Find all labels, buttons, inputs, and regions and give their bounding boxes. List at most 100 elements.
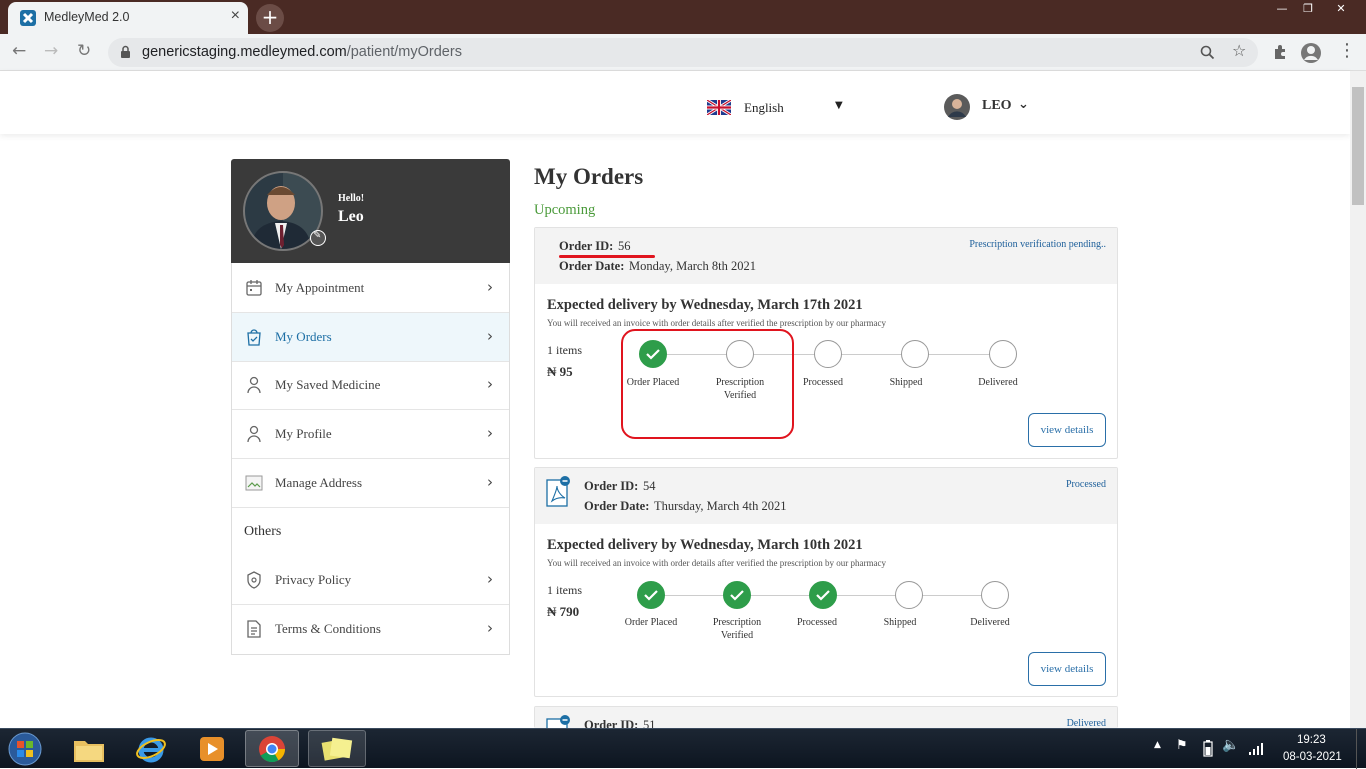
chrome-menu-icon[interactable]: ⋮ (1338, 40, 1356, 61)
sidebar-item-my-appointment[interactable]: My Appointment › (232, 264, 509, 313)
sidebar-item-terms-conditions[interactable]: Terms & Conditions › (232, 605, 509, 654)
sidebar-item-my-saved-medicine[interactable]: My Saved Medicine › (232, 361, 509, 410)
sidebar-item-my-orders[interactable]: My Orders › (232, 313, 509, 362)
step-pending-icon (814, 340, 842, 368)
upcoming-label: Upcoming (534, 202, 596, 218)
chevron-right-icon: › (487, 278, 493, 296)
chevron-right-icon: › (487, 327, 493, 345)
order-id-label: Order ID: (559, 239, 614, 253)
sticky-notes-icon (321, 737, 353, 761)
view-details-button[interactable]: view details (1028, 652, 1106, 686)
show-hidden-icons[interactable]: ▲ (1154, 740, 1161, 750)
clock-date[interactable]: 08-03-2021 (1283, 751, 1342, 763)
volume-icon[interactable]: 🔈 (1222, 737, 1239, 753)
sidebar-item-manage-address[interactable]: Manage Address › (232, 459, 509, 508)
status-badge: Processed (1066, 479, 1106, 490)
order-id-value: 56 (618, 239, 631, 253)
order-date-value: Monday, March 8th 2021 (629, 259, 756, 273)
order-price: ₦ 95 (547, 364, 573, 379)
pencil-icon: ✎ (313, 230, 322, 241)
sidebar-menu: My Appointment › My Orders › My Saved Me… (231, 263, 510, 655)
internet-explorer-icon[interactable] (134, 732, 168, 766)
clock-time[interactable]: 19:23 (1297, 734, 1326, 746)
forward-icon[interactable]: → (44, 41, 58, 61)
chevron-down-icon: ⌄ (1018, 97, 1029, 112)
order-date-label: Order Date: (559, 259, 625, 273)
site-header (0, 71, 1350, 134)
new-tab-button[interactable]: + (256, 4, 284, 32)
reload-icon[interactable]: ↻ (77, 41, 91, 61)
tab-title: MedleyMed 2.0 (44, 10, 130, 24)
step-done-icon (723, 581, 751, 609)
pdf-prescription-icon[interactable] (546, 476, 570, 508)
battery-icon[interactable] (1203, 739, 1213, 757)
step-label: Processed (803, 377, 843, 388)
address-bar[interactable]: genericstaging.medleymed.com/patient/myO… (108, 38, 1258, 67)
chevron-right-icon: › (487, 473, 493, 491)
profile-name: Leo (338, 208, 364, 225)
invoice-note: You will received an invoice with order … (547, 558, 886, 568)
sidebar-item-my-profile[interactable]: My Profile › (232, 410, 509, 459)
status-badge: Delivered (1066, 718, 1106, 728)
uk-flag-icon (707, 100, 731, 115)
order-card: Order ID: 56 Order Date: Monday, March 8… (534, 227, 1118, 459)
zoom-icon[interactable] (1200, 45, 1215, 60)
chevron-right-icon: › (487, 375, 493, 393)
medleymed-favicon (20, 10, 36, 26)
expected-delivery: Expected delivery by Wednesday, March 17… (547, 297, 863, 313)
username: LEO (982, 98, 1012, 113)
scrollbar-thumb[interactable] (1352, 87, 1364, 205)
sidebar-item-label: Privacy Policy (275, 572, 352, 587)
order-id-label: Order ID: (584, 479, 639, 493)
order-card: Order ID: 51 Delivered (534, 706, 1118, 728)
url-text: genericstaging.medleymed.com/patient/myO… (142, 44, 462, 60)
extensions-icon[interactable] (1272, 44, 1288, 60)
item-count: 1 items (547, 583, 582, 597)
sidebar-item-label: My Saved Medicine (275, 377, 381, 392)
network-signal-icon[interactable] (1248, 740, 1264, 756)
profile-card: ✎ Hello! Leo (231, 159, 510, 263)
order-date-label: Order Date: (584, 499, 650, 513)
account-icon[interactable] (1300, 42, 1322, 64)
sidebar-item-privacy-policy[interactable]: Privacy Policy › (232, 556, 509, 605)
order-date-value: Thursday, March 4th 2021 (654, 499, 787, 513)
file-explorer-icon[interactable] (72, 733, 106, 765)
browser-tab[interactable]: MedleyMed 2.0 × (8, 2, 248, 34)
chrome-icon (259, 736, 286, 763)
chevron-right-icon: › (487, 424, 493, 442)
edit-avatar-button[interactable]: ✎ (310, 230, 326, 246)
pdf-prescription-icon[interactable] (546, 715, 570, 728)
windows-taskbar: ▲ ⚑ 🔈 19:23 08-03-2021 (0, 728, 1366, 769)
sticky-notes-taskbar-button[interactable] (308, 730, 366, 767)
step-label: Processed (797, 617, 837, 628)
bookmark-star-icon[interactable]: ☆ (1232, 41, 1246, 60)
minimize-icon[interactable]: — (1270, 0, 1294, 18)
back-icon[interactable]: ← (12, 41, 26, 61)
caret-down-icon: ▼ (835, 100, 843, 111)
item-count: 1 items (547, 343, 582, 357)
close-window-icon[interactable]: ✕ (1326, 0, 1356, 18)
document-icon (247, 620, 261, 638)
order-id-label: Order ID: (584, 718, 639, 728)
close-tab-icon[interactable]: × (231, 7, 240, 25)
broken-image-icon (245, 475, 263, 491)
chevron-right-icon: › (487, 619, 493, 637)
view-details-button[interactable]: view details (1028, 413, 1106, 447)
step-label: Shipped (883, 617, 917, 628)
flag-icon[interactable]: ⚑ (1176, 738, 1188, 753)
step-label: Order Placed (624, 617, 678, 628)
sidebar-item-label: My Appointment (275, 280, 365, 295)
others-heading: Others (244, 524, 282, 539)
windows-start-icon[interactable] (6, 731, 44, 767)
show-desktop-button[interactable] (1356, 729, 1366, 769)
step-pending-icon (989, 340, 1017, 368)
restore-icon[interactable]: ❐ (1296, 0, 1320, 18)
order-id-value: 54 (643, 479, 656, 493)
step-done-icon (637, 581, 665, 609)
order-id-value: 51 (643, 718, 656, 728)
media-player-icon[interactable] (196, 733, 228, 765)
status-badge: Prescription verification pending.. (969, 239, 1106, 250)
red-underline-annotation (559, 255, 655, 258)
calendar-icon (246, 280, 262, 296)
chrome-taskbar-button[interactable] (245, 730, 299, 767)
